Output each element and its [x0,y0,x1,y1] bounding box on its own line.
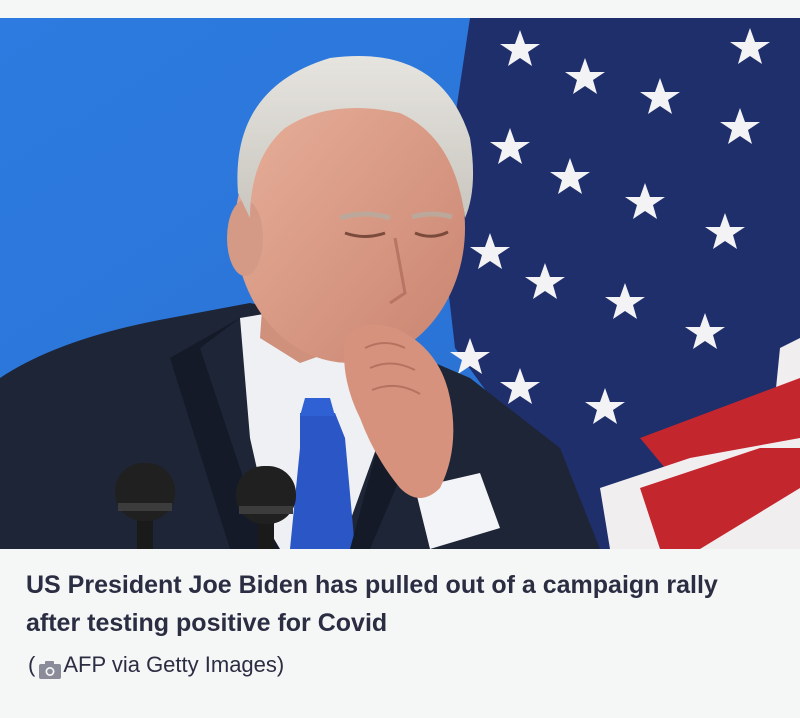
article-photo[interactable] [0,18,800,549]
credit-text: AFP via Getty Images) [63,652,285,677]
photo-caption: US President Joe Biden has pulled out of… [26,571,718,637]
photo-credit: ( AFP via Getty Images) [28,650,284,680]
photo-illustration [0,18,800,549]
credit-open-paren: ( [28,652,36,677]
article-card: US President Joe Biden has pulled out of… [0,0,800,718]
camera-icon [39,657,62,679]
